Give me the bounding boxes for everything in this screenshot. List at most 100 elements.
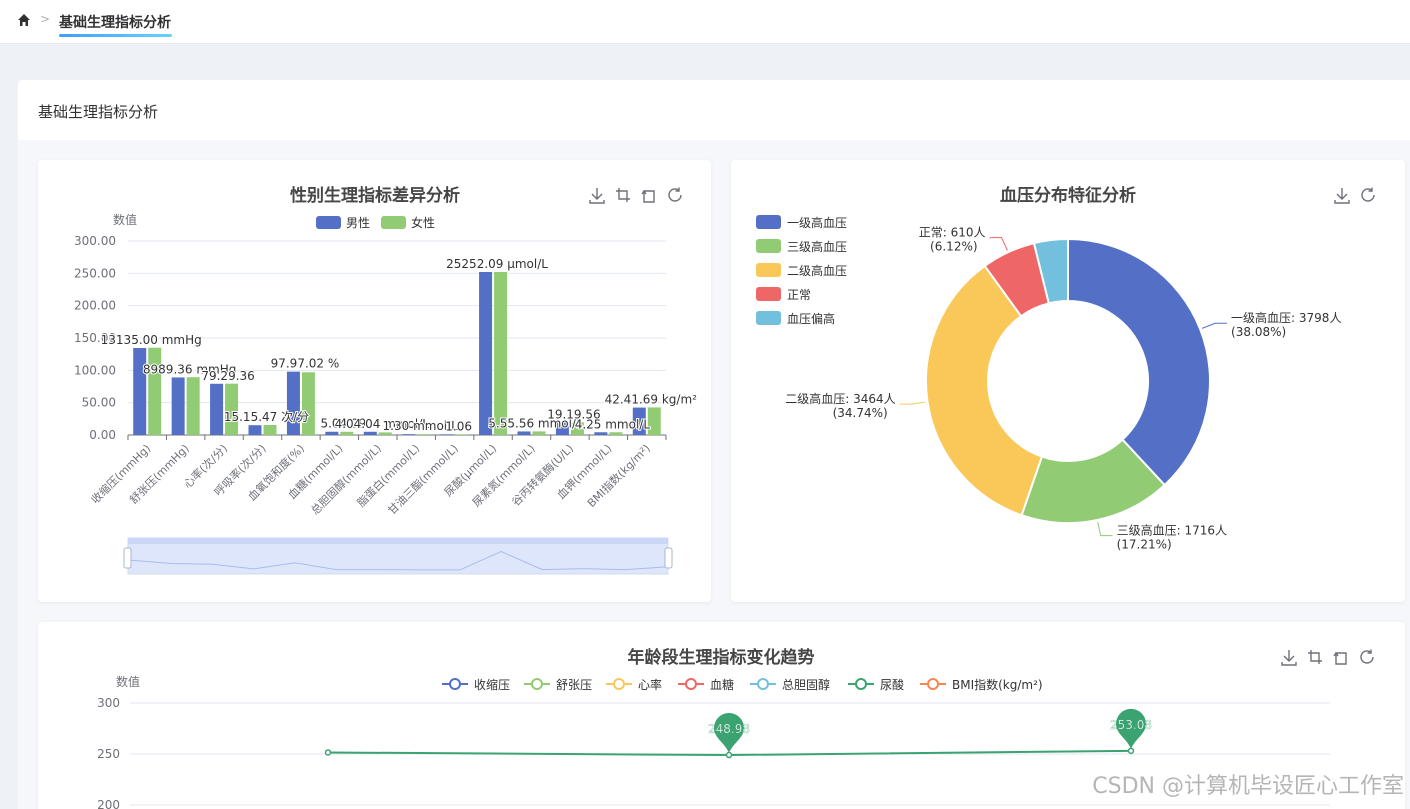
bar[interactable] <box>301 372 315 435</box>
legend-marker[interactable] <box>613 678 625 690</box>
bar[interactable] <box>171 377 185 435</box>
bar-data-label: 13135.00 mmHg <box>101 333 202 347</box>
legend-swatch[interactable] <box>756 263 781 277</box>
bar-data-label: 79.29.36 <box>201 369 254 383</box>
y-tick-label: 300.00 <box>74 234 116 248</box>
bar[interactable] <box>609 432 623 435</box>
legend-marker[interactable] <box>855 678 867 690</box>
bar[interactable] <box>325 431 339 435</box>
bar[interactable] <box>133 348 147 435</box>
legend-label[interactable]: 二级高血压 <box>787 263 847 278</box>
refresh-icon-glyph <box>668 187 682 202</box>
legend-marker[interactable] <box>685 678 697 690</box>
pie-label-pct: (34.74%) <box>833 406 888 420</box>
bar[interactable] <box>532 431 546 435</box>
bp-pie-chart-panel: 血压分布特征分析 一级高血压 三级高血压 二级高血压 正常 血压偏高 一级高血压: 3798… <box>731 160 1405 602</box>
legend-label[interactable]: 心率 <box>638 677 662 692</box>
legend-swatch[interactable] <box>756 239 781 253</box>
legend-label[interactable]: 尿酸 <box>880 677 904 692</box>
data-point[interactable] <box>1127 747 1135 755</box>
bar[interactable] <box>148 347 162 435</box>
legend-marker[interactable] <box>531 678 543 690</box>
datazoom-handle-left[interactable] <box>123 547 132 569</box>
pie-label: 三级高血压: 1716人 <box>1117 523 1227 538</box>
legend-label[interactable]: 血糖 <box>710 677 734 692</box>
data-point[interactable] <box>725 751 733 759</box>
bar[interactable] <box>340 431 354 435</box>
bp-pie-chart: 血压分布特征分析一级高血压三级高血压二级高血压正常血压偏高 一级高血压: 3798… <box>756 185 1375 552</box>
legend-swatch[interactable] <box>756 287 781 301</box>
legend-label[interactable]: 一级高血压 <box>787 215 847 230</box>
y-axis-label: 数值 <box>116 674 140 689</box>
y-tick-label: 200 <box>97 798 120 809</box>
bar[interactable] <box>440 434 454 435</box>
pie-slice[interactable] <box>1067 237 1211 487</box>
download-icon[interactable] <box>589 188 605 204</box>
legend-swatch[interactable] <box>316 216 341 229</box>
bar[interactable] <box>210 383 224 435</box>
page-title: 基础生理指标分析 <box>38 103 159 121</box>
pie-label-pct: (17.21%) <box>1117 538 1172 552</box>
legend-label[interactable]: 血压偏高 <box>787 311 835 326</box>
bar[interactable] <box>594 432 608 435</box>
bar[interactable] <box>186 377 200 435</box>
legend-swatch[interactable] <box>756 215 781 229</box>
download-icon[interactable] <box>1334 188 1350 204</box>
top-tab-bar: > 基础生理指标分析 <box>0 0 1410 44</box>
tab-active[interactable]: 基础生理指标分析 <box>59 12 171 32</box>
datazoom-top-bar[interactable] <box>128 538 668 544</box>
data-point[interactable] <box>324 749 332 756</box>
bar[interactable] <box>263 424 277 435</box>
legend-label[interactable]: 总胆固醇 <box>782 677 830 692</box>
datazoom-handle-right[interactable] <box>664 547 673 569</box>
legend-label[interactable]: 女性 <box>411 215 435 230</box>
home-icon[interactable] <box>17 13 31 27</box>
bar[interactable] <box>402 434 416 435</box>
legend-swatch[interactable] <box>381 216 406 229</box>
refresh-icon[interactable] <box>1360 649 1374 664</box>
pie-label-line <box>1097 521 1113 537</box>
legend-label[interactable]: 三级高血压 <box>787 239 847 254</box>
pie-label: 一级高血压: 3798人 <box>1231 310 1341 325</box>
bar[interactable] <box>494 271 508 435</box>
legend-label[interactable]: BMI指数(kg/m²) <box>952 677 1043 692</box>
x-tick-label: 总胆固醇(mmol/L) <box>308 441 384 517</box>
bar[interactable] <box>286 371 300 435</box>
bar-data-label: 4.25 mmol/L <box>575 417 651 431</box>
refresh-icon-glyph <box>1360 649 1374 664</box>
refresh-icon[interactable] <box>668 187 682 202</box>
pie-label-pct: (6.12%) <box>930 240 977 254</box>
markpoint-label: 248.98 <box>708 722 750 736</box>
legend-swatch[interactable] <box>756 311 781 325</box>
download-icon[interactable] <box>1281 650 1297 666</box>
legend-marker[interactable] <box>927 678 939 690</box>
undo-icon[interactable] <box>641 189 655 203</box>
chart-title: 年龄段生理指标变化趋势 <box>628 647 815 668</box>
bar-data-label: 42.41.69 kg/m² <box>605 393 698 407</box>
legend-marker[interactable] <box>449 678 461 690</box>
crop-icon[interactable] <box>1308 650 1322 664</box>
refresh-icon[interactable] <box>1361 187 1375 202</box>
bar[interactable] <box>248 425 262 435</box>
bar[interactable] <box>417 434 431 435</box>
y-axis-label: 数值 <box>113 212 137 227</box>
y-tick-label: 300 <box>97 696 120 710</box>
pie-label-pct: (38.08%) <box>1231 325 1286 339</box>
download-icon-glyph <box>1334 188 1350 204</box>
legend-label[interactable]: 男性 <box>346 216 370 230</box>
undo-icon-glyph <box>641 189 655 203</box>
bar[interactable] <box>363 431 377 435</box>
chart-title: 性别生理指标差异分析 <box>290 185 460 206</box>
undo-icon[interactable] <box>1333 651 1347 665</box>
legend-marker[interactable] <box>757 678 769 690</box>
bar[interactable] <box>517 431 531 435</box>
legend-label[interactable]: 正常 <box>787 288 811 302</box>
legend-label[interactable]: 舒张压 <box>556 678 592 692</box>
legend-label[interactable]: 收缩压 <box>474 677 510 692</box>
bar[interactable] <box>455 434 469 435</box>
crop-icon-glyph <box>616 188 630 202</box>
bar[interactable] <box>479 271 493 435</box>
crop-icon[interactable] <box>616 188 630 202</box>
gender-bar-chart: 性别生理指标差异分析数值 男性 女性0.0050.00100.00150.00200… <box>74 185 698 575</box>
refresh-icon-glyph <box>1361 187 1375 202</box>
